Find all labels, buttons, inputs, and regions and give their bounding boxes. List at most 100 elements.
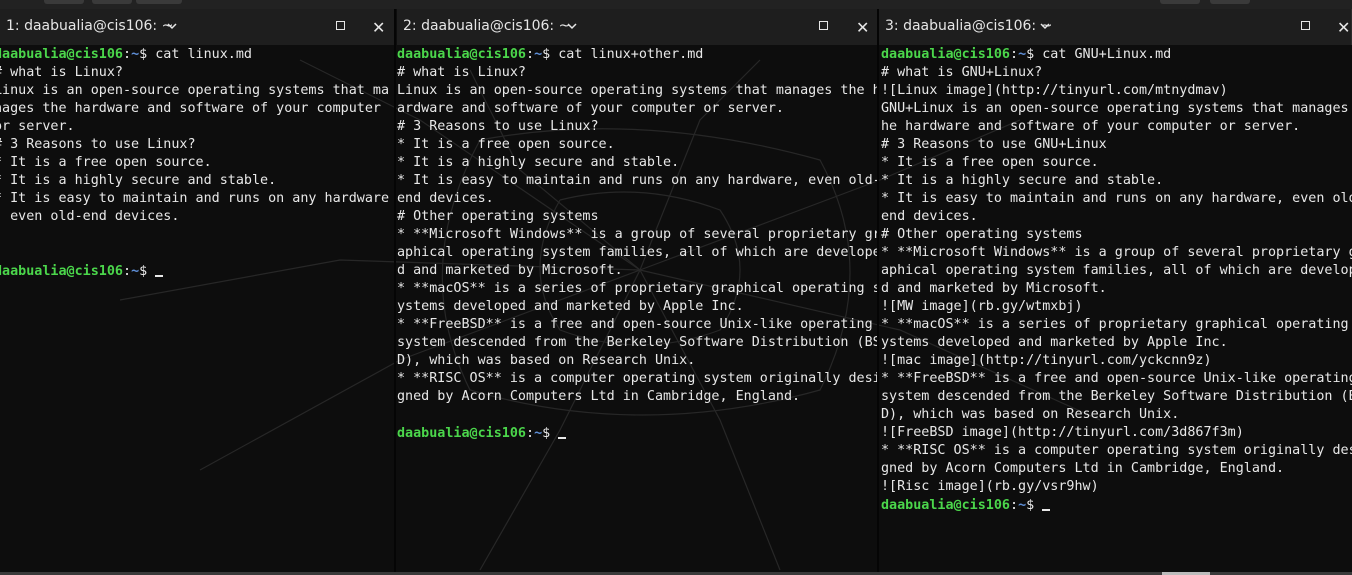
terminal-output-line: * **macOS** is a series of proprietary g… — [397, 281, 878, 296]
terminal-output-line: system descended from the Berkeley Softw… — [881, 389, 1352, 404]
prompt-path: ~ — [534, 47, 543, 62]
maximize-icon[interactable] — [819, 21, 828, 30]
terminal-output[interactable]: daabualia@cis106:~$ cat GNU+Linux.md # wh… — [881, 45, 1352, 575]
terminal-output-line: system descended from the Berkeley Softw… — [397, 335, 878, 350]
prompt-separator: : — [1010, 498, 1019, 513]
prompt-command: cat GNU+Linux.md — [1042, 47, 1172, 62]
prompt-separator: : — [123, 264, 132, 279]
terminal-pane-1[interactable]: 1: daabualia@cis106: ~ ✕ daabualia@cis10… — [0, 9, 395, 575]
terminal-output-line: * **RISC OS** is a computer operating sy… — [881, 443, 1352, 458]
shell-prompt-line: daabualia@cis106:~$ cat linux+other.md — [397, 46, 878, 64]
prompt-path: ~ — [534, 426, 543, 441]
prompt-symbol: $ — [542, 426, 559, 441]
terminal-output-line: * It is a highly secure and stable. — [0, 173, 277, 188]
terminal-output-line: # 3 Reasons to use Linux? — [397, 119, 599, 134]
terminal-output-line: aphical operating system families, all o… — [881, 263, 1352, 278]
close-icon[interactable]: ✕ — [1337, 18, 1350, 37]
terminal-output-line: end devices. — [397, 191, 494, 206]
prompt-separator: : — [123, 47, 132, 62]
prompt-path: ~ — [1018, 47, 1027, 62]
terminal-output-line: aphical operating system families, all o… — [397, 245, 878, 260]
terminal-output-line: * It is a free open source. — [0, 155, 212, 170]
terminal-tab[interactable]: 1: daabualia@cis106: ~ ✕ — [0, 9, 395, 45]
prompt-user: daabualia@cis106 — [881, 47, 1010, 62]
prompt-user: daabualia@cis106 — [0, 47, 123, 62]
terminal-pane-3[interactable]: 3: daabualia@cis106: ~ ✕ daabualia@cis10… — [879, 9, 1352, 575]
terminal-output-line: D), which was based on Research Unix. — [881, 407, 1180, 422]
terminal-output-line: Linux is an open-source operating system… — [397, 83, 878, 98]
prompt-symbol: $ — [139, 264, 156, 279]
close-icon[interactable]: ✕ — [856, 18, 869, 37]
prompt-path: ~ — [131, 264, 140, 279]
maximize-icon[interactable] — [1301, 21, 1310, 30]
shell-prompt-line: daabualia@cis106:~$ — [397, 424, 878, 442]
shell-prompt-line: daabualia@cis106:~$ — [0, 262, 395, 280]
shell-prompt-line: daabualia@cis106:~$ cat linux.md — [0, 46, 395, 64]
terminal-output-line: Linux is an open-source operating system… — [0, 83, 390, 98]
terminal-output-line: or server. — [0, 119, 75, 134]
terminal-tab[interactable]: 2: daabualia@cis106: ~ ✕ — [397, 9, 878, 45]
terminal-tab-title: 2: daabualia@cis106: ~ — [403, 18, 571, 34]
terminal-output-line: ystems developed and marketed by Apple I… — [881, 335, 1228, 350]
terminal-output-line: # what is Linux? — [0, 65, 123, 80]
terminal-output-line: * **Microsoft Windows** is a group of se… — [881, 245, 1352, 260]
terminal-output-line: d and marketed by Microsoft. — [397, 263, 623, 278]
terminal-output[interactable]: daabualia@cis106:~$ cat linux.md # what i… — [0, 45, 395, 575]
close-icon[interactable]: ✕ — [372, 18, 385, 37]
terminal-output-line: * **macOS** is a series of proprietary g… — [881, 317, 1352, 332]
terminal-output-line: # Other operating systems — [397, 209, 599, 224]
terminal-output-line: * **RISC OS** is a computer operating sy… — [397, 371, 878, 386]
terminal-pane-2[interactable]: 2: daabualia@cis106: ~ ✕ daabualia@cis10… — [397, 9, 878, 575]
terminal-output-line: ![Linux image](http://tinyurl.com/mtnydm… — [881, 83, 1228, 98]
terminal-output-line: * **FreeBSD** is a free and open-source … — [881, 371, 1352, 386]
top-panel-strip — [0, 0, 1352, 9]
terminal-cursor — [155, 262, 164, 277]
terminal-output-line: d and marketed by Microsoft. — [881, 281, 1107, 296]
prompt-path: ~ — [131, 47, 140, 62]
pane-divider[interactable] — [394, 9, 396, 575]
terminal-output-line: * It is easy to maintain and runs on any… — [397, 173, 878, 188]
terminal-output-line: # 3 Reasons to use GNU+Linux — [881, 137, 1107, 152]
terminal-output-line: nages the hardware and software of your … — [0, 101, 381, 116]
terminal-output-line: ![MW image](rb.gy/wtmxbj) — [881, 299, 1083, 314]
terminal-output-line: ystems developed and marketed by Apple I… — [397, 299, 744, 314]
terminal-tab-title: 1: daabualia@cis106: ~ — [6, 18, 174, 34]
shell-prompt-line: daabualia@cis106:~$ — [881, 496, 1352, 514]
chevron-down-icon[interactable] — [1039, 20, 1051, 32]
terminal-output-line: # what is GNU+Linux? — [881, 65, 1043, 80]
prompt-user: daabualia@cis106 — [397, 47, 526, 62]
prompt-command: cat linux.md — [155, 47, 252, 62]
pane-divider[interactable] — [877, 9, 879, 575]
terminal-output-line: GNU+Linux is an open-source operating sy… — [881, 101, 1352, 116]
terminal-output-line: * It is easy to maintain and runs on any… — [0, 191, 390, 206]
prompt-symbol: $ — [1026, 498, 1043, 513]
maximize-icon[interactable] — [336, 21, 345, 30]
terminal-output-line: * It is a free open source. — [881, 155, 1099, 170]
prompt-path: ~ — [1018, 498, 1027, 513]
terminal-output-line: * **FreeBSD** is a free and open-source … — [397, 317, 873, 332]
chevron-down-icon[interactable] — [566, 20, 578, 32]
terminal-tab[interactable]: 3: daabualia@cis106: ~ ✕ — [879, 9, 1352, 45]
terminal-output-line: * **Microsoft Windows** is a group of se… — [397, 227, 878, 242]
terminal-tab-title: 3: daabualia@cis106: ~ — [885, 18, 1053, 34]
prompt-symbol: $ — [139, 47, 156, 62]
terminal-output-line: gned by Acorn Computers Ltd in Cambridge… — [397, 389, 801, 404]
terminal-output-line: # 3 Reasons to use Linux? — [0, 137, 196, 152]
terminal-cursor — [1042, 496, 1051, 511]
prompt-separator: : — [526, 426, 535, 441]
prompt-user: daabualia@cis106 — [0, 264, 123, 279]
chevron-down-icon[interactable] — [166, 20, 178, 32]
prompt-symbol: $ — [1026, 47, 1043, 62]
terminal-output[interactable]: daabualia@cis106:~$ cat linux+other.md # … — [397, 45, 878, 575]
terminal-output-line: # what is Linux? — [397, 65, 526, 80]
terminal-output-line: ![FreeBSD image](http://tinyurl.com/3d86… — [881, 425, 1244, 440]
prompt-separator: : — [526, 47, 535, 62]
terminal-cursor — [558, 424, 567, 439]
terminal-output-line: * It is easy to maintain and runs on any… — [881, 191, 1352, 206]
terminal-output-line: * It is a free open source. — [397, 137, 615, 152]
terminal-output-line: gned by Acorn Computers Ltd in Cambridge… — [881, 461, 1285, 476]
shell-prompt-line: daabualia@cis106:~$ cat GNU+Linux.md — [881, 46, 1352, 64]
